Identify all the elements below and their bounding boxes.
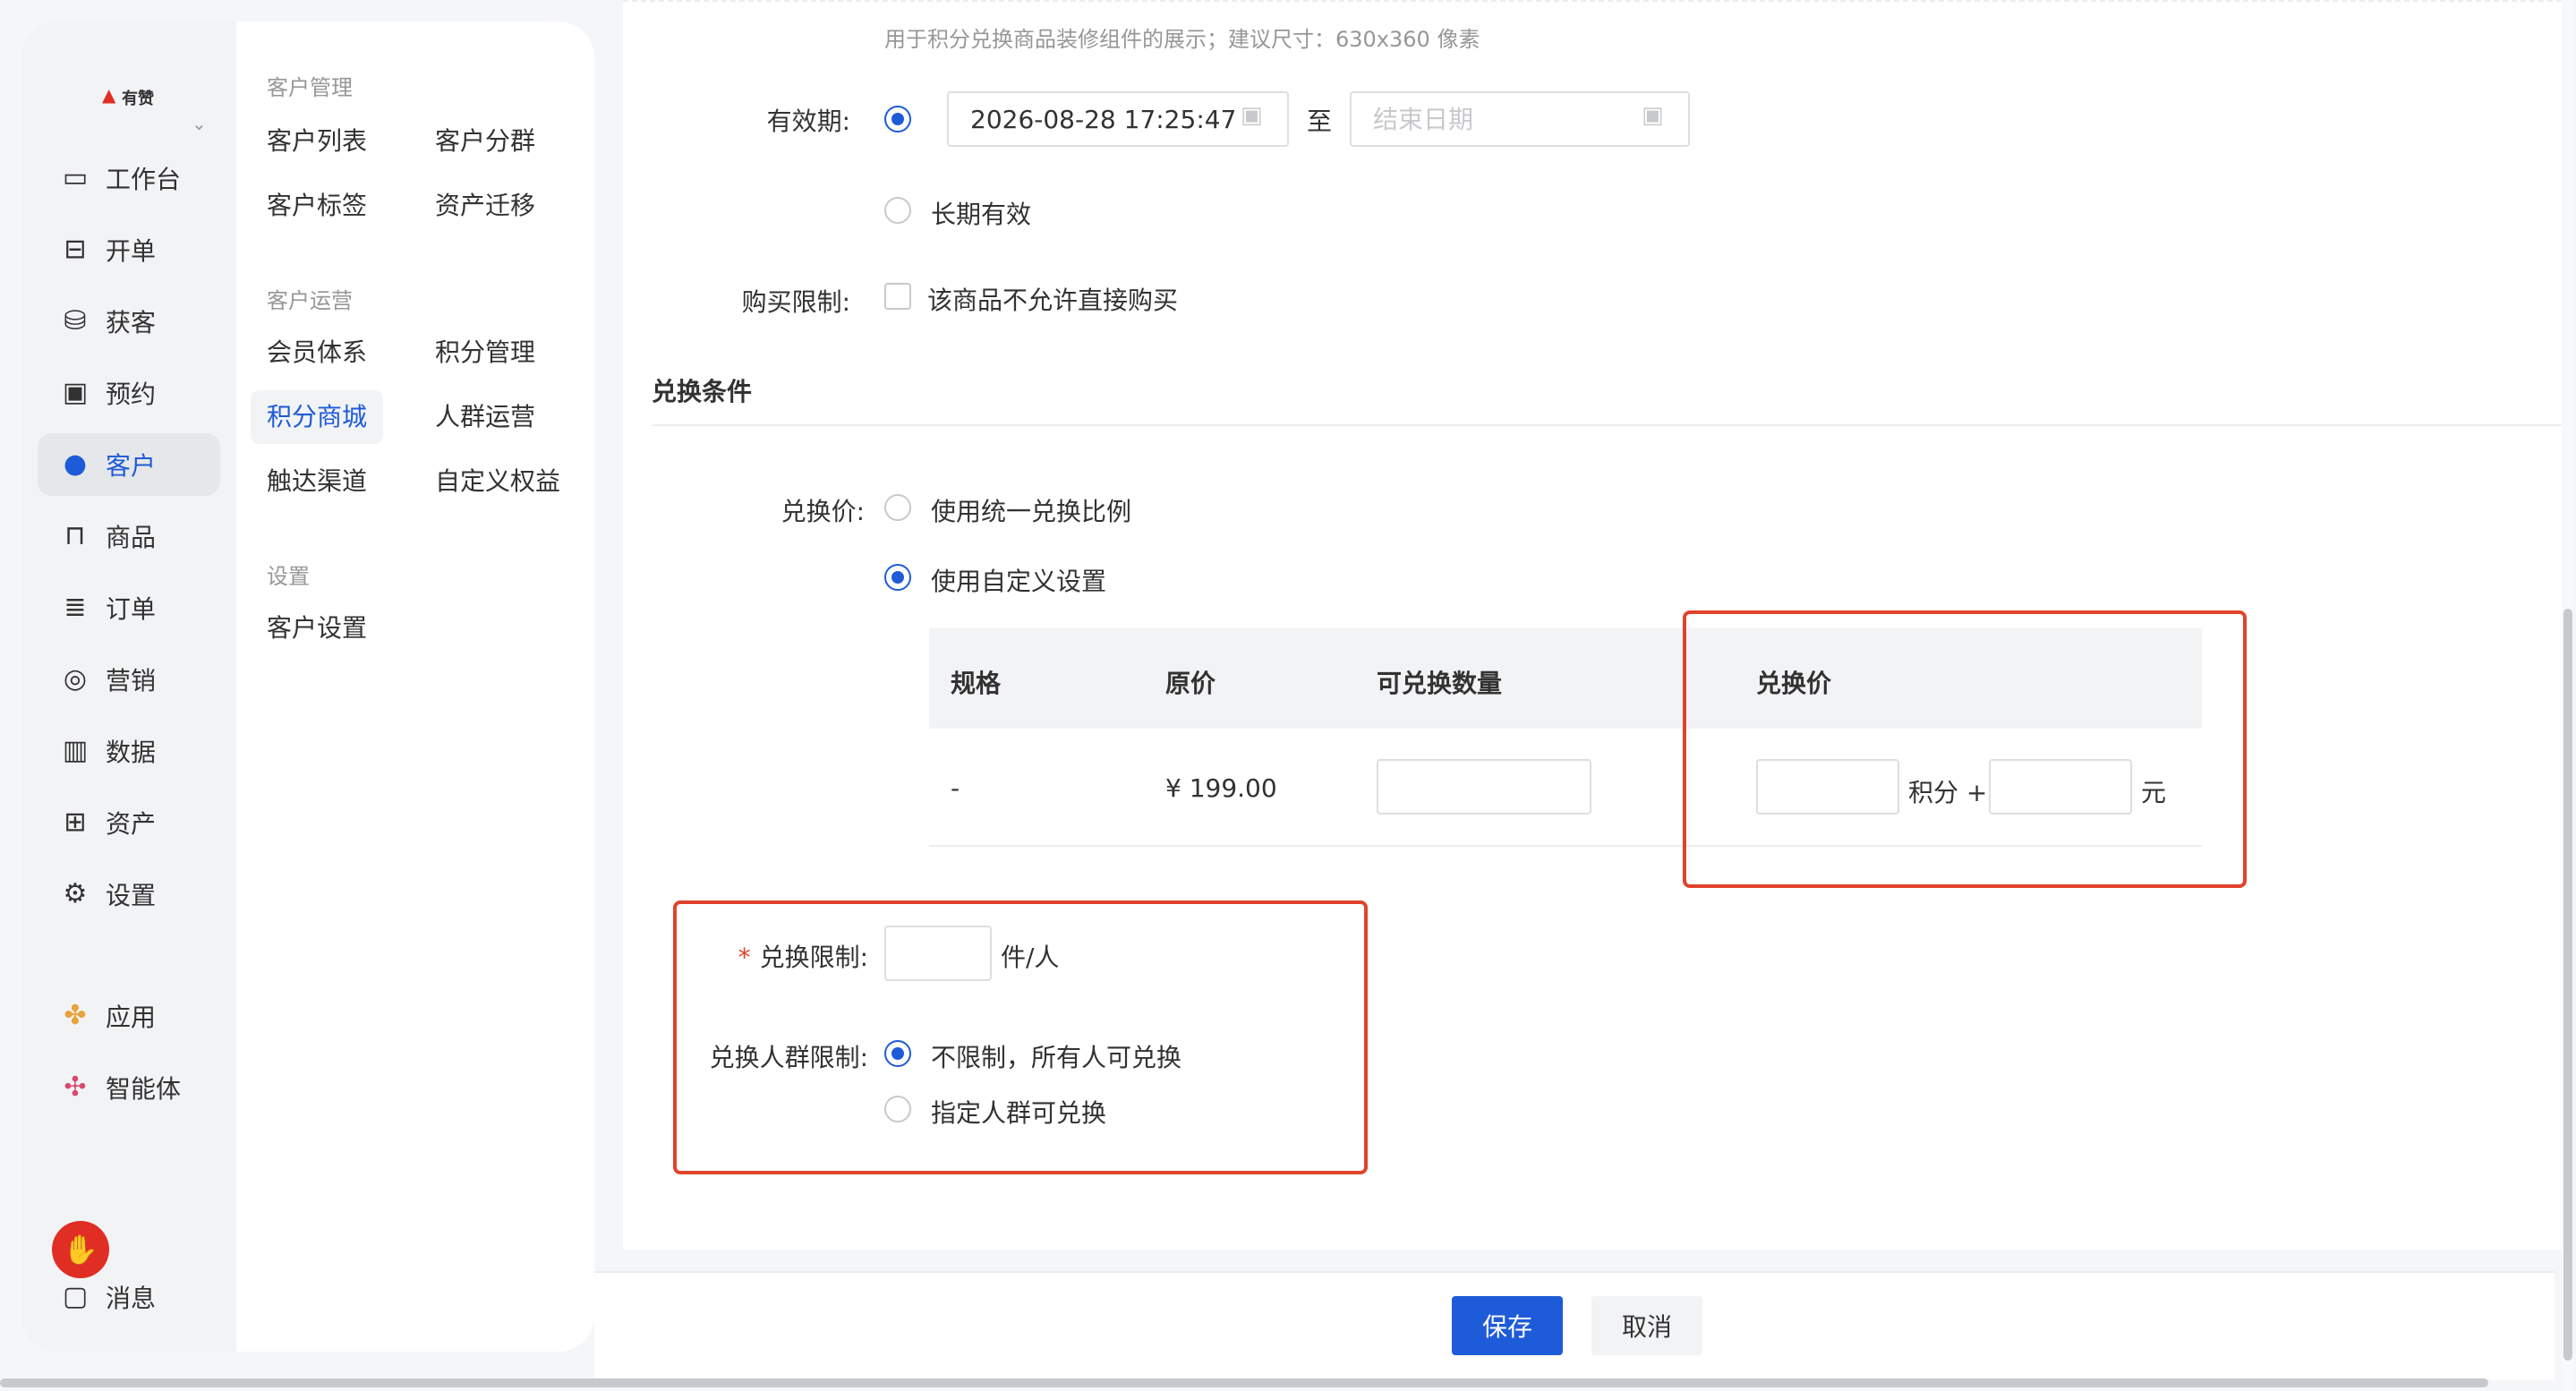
nav-item-label: 商品 — [106, 523, 157, 552]
subnav-points-mall[interactable]: 积分商城 — [251, 390, 384, 444]
horizontal-scrollbar[interactable] — [0, 1378, 2488, 1387]
subnav-custom-benefits[interactable]: 自定义权益 — [419, 455, 576, 508]
bag-icon: ⊓ — [64, 520, 86, 551]
nav-item-order-open[interactable]: ⊟ 开单 — [38, 218, 220, 281]
exchangeable-qty-input[interactable] — [1377, 759, 1591, 815]
nav-item-label: 应用 — [106, 1003, 157, 1032]
nav-item-agent[interactable]: ✣ 智能体 — [38, 1056, 220, 1119]
validity-to-text: 至 — [1307, 107, 1333, 136]
nav-item-label: 获客 — [106, 308, 157, 337]
nav-item-label: 消息 — [106, 1284, 157, 1313]
image-size-hint: 用于积分兑换商品装修组件的展示；建议尺寸：630x360 像素 — [884, 27, 1480, 52]
chevron-down-icon: ⌄ — [192, 113, 207, 134]
subnav-customer-list[interactable]: 客户列表 — [251, 115, 383, 168]
uniform-ratio-label: 使用统一兑换比例 — [931, 497, 1132, 526]
nav-item-settings[interactable]: ⚙ 设置 — [38, 863, 220, 926]
acquire-icon: ⛁ — [64, 305, 87, 337]
asset-icon: ⊞ — [64, 806, 87, 838]
col-header-original-price: 原价 — [1165, 669, 1216, 698]
validity-label: 有效期: — [766, 107, 850, 136]
nav-item-data[interactable]: ▥ 数据 — [38, 720, 220, 782]
nav-item-appointment[interactable]: ▣ 预约 — [38, 362, 220, 424]
nav-item-assets[interactable]: ⊞ 资产 — [38, 791, 220, 854]
customer-icon: ● — [63, 448, 88, 480]
group-title-settings: 设置 — [267, 564, 310, 589]
no-direct-purchase-checkbox[interactable] — [884, 283, 911, 310]
cell-original-price: ¥ 199.00 — [1165, 773, 1277, 803]
highlight-box-limits — [673, 900, 1368, 1174]
nav-item-apps[interactable]: ✤ 应用 — [38, 985, 220, 1047]
target-icon: ◎ — [63, 663, 88, 695]
apps-icon: ✤ — [64, 1000, 87, 1031]
calendar-icon: ▣ — [1241, 102, 1263, 129]
nav-item-messages[interactable]: ▢ 消息 — [38, 1266, 220, 1328]
subnav-customer-tags[interactable]: 客户标签 — [251, 179, 383, 233]
gear-icon: ⚙ — [63, 878, 88, 909]
nav-item-label: 设置 — [106, 881, 157, 910]
action-bar — [594, 1271, 2555, 1380]
bar-chart-icon: ▥ — [62, 735, 89, 766]
brand-thumb-icon: ▲ — [102, 84, 116, 106]
group-title-customer-management: 客户管理 — [267, 75, 353, 100]
nav-item-label: 营销 — [106, 666, 157, 696]
nav-item-workbench[interactable]: ▭ 工作台 — [38, 147, 220, 209]
col-header-spec: 规格 — [951, 669, 1002, 698]
purchase-limit-label: 购买限制: — [741, 287, 850, 317]
validity-long-term-label: 长期有效 — [931, 200, 1032, 229]
nav-item-label: 开单 — [106, 236, 157, 266]
order-open-icon: ⊟ — [64, 234, 87, 265]
subnav-points-management[interactable]: 积分管理 — [419, 326, 551, 380]
group-title-customer-ops: 客户运营 — [267, 288, 353, 313]
col-header-exchangeable-qty: 可兑换数量 — [1377, 669, 1503, 698]
subnav-membership[interactable]: 会员体系 — [251, 326, 383, 380]
message-icon: ▢ — [62, 1281, 89, 1312]
nav-item-label: 预约 — [106, 380, 157, 409]
nav-item-label: 智能体 — [106, 1074, 182, 1104]
nav-item-label: 客户 — [106, 451, 157, 481]
brand-logo-text: 有赞 — [122, 90, 154, 108]
section-title-exchange: 兑换条件 — [652, 377, 753, 406]
nav-item-label: 数据 — [106, 738, 157, 767]
nav-item-label: 工作台 — [106, 165, 182, 194]
validity-start-input[interactable] — [947, 91, 1289, 147]
top-separator — [623, 0, 2562, 7]
calendar-icon: ▣ — [62, 377, 89, 408]
subnav-asset-migration[interactable]: 资产迁移 — [419, 179, 551, 233]
nav-item-marketing[interactable]: ◎ 营销 — [38, 648, 220, 711]
nav-item-label: 订单 — [106, 594, 157, 624]
custom-setting-label: 使用自定义设置 — [931, 567, 1107, 596]
nav-item-orders[interactable]: ≣ 订单 — [38, 576, 220, 639]
nav-item-label: 资产 — [106, 809, 157, 839]
cell-spec: - — [951, 773, 960, 803]
subnav-customer-settings[interactable]: 客户设置 — [251, 602, 383, 655]
exchange-price-label: 兑换价: — [780, 497, 865, 526]
agent-icon: ✣ — [64, 1071, 87, 1103]
validity-long-term-radio[interactable] — [884, 197, 911, 224]
nav-item-customer[interactable]: ● 客户 — [38, 433, 220, 496]
shop-switcher[interactable]: ▲ 有赞 ⌄ — [102, 84, 209, 138]
custom-setting-radio[interactable] — [884, 564, 911, 591]
uniform-ratio-radio[interactable] — [884, 494, 911, 521]
section-divider — [652, 424, 2562, 426]
highlight-box-exchange-price — [1683, 610, 2247, 888]
subnav-crowd-ops[interactable]: 人群运营 — [419, 390, 551, 444]
vertical-scrollbar[interactable] — [2563, 609, 2572, 1361]
no-direct-purchase-label: 该商品不允许直接购买 — [927, 286, 1179, 315]
subnav-touch-channels[interactable]: 触达渠道 — [251, 455, 383, 508]
subnav-customer-segments[interactable]: 客户分群 — [419, 115, 551, 168]
nav-item-goods[interactable]: ⊓ 商品 — [38, 505, 220, 567]
calendar-icon: ▣ — [1642, 102, 1664, 129]
nav-item-acquire[interactable]: ⛁ 获客 — [38, 290, 220, 353]
cancel-button[interactable]: 取消 — [1591, 1296, 1702, 1355]
workbench-icon: ▭ — [62, 162, 89, 193]
save-button[interactable]: 保存 — [1452, 1296, 1563, 1355]
order-icon: ≣ — [64, 592, 87, 623]
validity-end-input[interactable] — [1350, 91, 1690, 147]
validity-range-radio[interactable] — [884, 106, 911, 132]
